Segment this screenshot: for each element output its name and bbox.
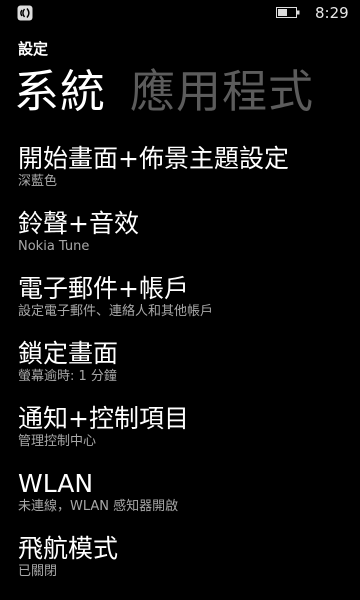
setting-subtitle: Nokia Tune <box>18 239 90 254</box>
setting-notifications-actions[interactable]: 通知+控制項目 管理控制中心 <box>18 402 360 467</box>
setting-title: 開始畫面+佈景主題設定 <box>18 144 289 173</box>
battery-icon <box>276 7 300 18</box>
setting-lock-screen[interactable]: 鎖定畫面 螢幕逾時: 1 分鐘 <box>18 337 360 402</box>
setting-title: 鎖定畫面 <box>18 339 119 368</box>
setting-title: 鈴聲+音效 <box>18 209 139 238</box>
nfc-icon <box>17 5 33 21</box>
clock: 8:29 <box>315 4 349 22</box>
tab-system[interactable]: 系統 <box>14 60 106 124</box>
setting-title: 電子郵件+帳戶 <box>18 274 189 303</box>
setting-email-accounts[interactable]: 電子郵件+帳戶 設定電子郵件、連絡人和其他帳戶 <box>18 272 360 337</box>
setting-title: 通知+控制項目 <box>18 404 189 433</box>
setting-subtitle: 未連線，WLAN 感知器開啟 <box>18 499 179 514</box>
setting-subtitle: 螢幕逾時: 1 分鐘 <box>18 369 117 384</box>
setting-wlan[interactable]: WLAN 未連線，WLAN 感知器開啟 <box>18 467 360 532</box>
tab-applications[interactable]: 應用程式 <box>130 60 314 124</box>
setting-subtitle: 管理控制中心 <box>18 434 97 449</box>
settings-list: 開始畫面+佈景主題設定 深藍色 鈴聲+音效 Nokia Tune 電子郵件+帳戶… <box>18 142 360 597</box>
setting-subtitle: 深藍色 <box>18 174 58 189</box>
setting-airplane-mode[interactable]: 飛航模式 已關閉 <box>18 532 360 597</box>
setting-ringtones-sounds[interactable]: 鈴聲+音效 Nokia Tune <box>18 207 360 272</box>
setting-subtitle: 已關閉 <box>18 564 58 579</box>
setting-subtitle: 設定電子郵件、連絡人和其他帳戶 <box>18 304 214 319</box>
page-title: 設定 <box>18 40 49 58</box>
setting-title: WLAN <box>18 469 94 498</box>
status-bar: 8:29 <box>0 0 360 28</box>
pivot-header: 系統 應用程式 <box>14 60 314 124</box>
setting-title: 飛航模式 <box>18 534 119 563</box>
setting-start-theme[interactable]: 開始畫面+佈景主題設定 深藍色 <box>18 142 360 207</box>
